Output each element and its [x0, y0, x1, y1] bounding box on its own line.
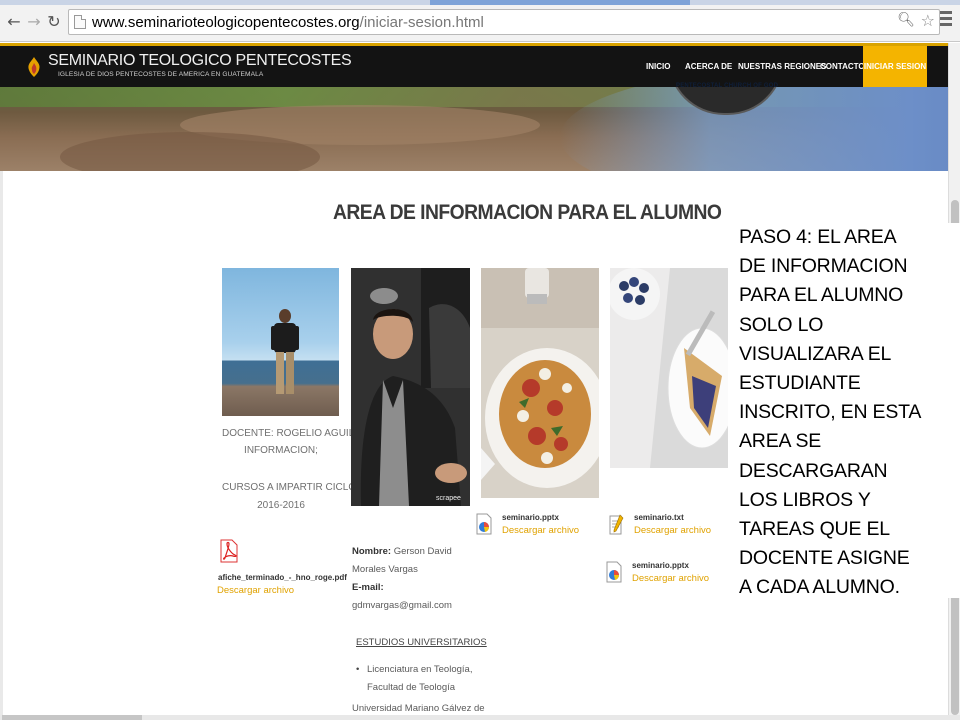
site-title[interactable]: SEMINARIO TEOLOGICO PENTECOSTES [48, 52, 352, 70]
annotation-line: A CADA ALUMNO. [739, 576, 900, 599]
site-header: SEMINARIO TEOLOGICO PENTECOSTES IGLESIA … [0, 43, 948, 87]
estudio-line-1: Licenciatura en Teología, [367, 664, 473, 675]
file-download-txt[interactable]: Descargar archivo [634, 525, 711, 536]
instruction-annotation: PASO 4: EL AREA DE INFORMACION PARA EL A… [728, 223, 960, 598]
pptx-file-icon[interactable] [476, 513, 492, 535]
student-email-label-row: E-mail: [352, 579, 384, 597]
student-photo [351, 268, 470, 506]
annotation-line: ESTUDIANTE [739, 372, 861, 395]
annotation-line: PASO 4: EL AREA [739, 226, 897, 248]
page-left-edge [0, 171, 3, 715]
horizontal-scrollbar[interactable] [0, 715, 960, 720]
reload-icon[interactable]: ↻ [46, 12, 62, 32]
url-path: /iniciar-sesion.html [359, 14, 484, 31]
nav-iniciar-sesion[interactable]: INICIAR SESION [863, 46, 927, 87]
hero-banner [0, 87, 948, 171]
estudios-list-item: Licenciatura en Teología, Facultad de Teo… [356, 661, 473, 697]
student-figure-icon [351, 268, 470, 506]
section-title: AREA DE INFORMACION PARA EL ALUMNO [333, 201, 722, 224]
teacher-name-line: DOCENTE: ROGELIO AGUILAR [222, 428, 369, 439]
zoom-magnifier-icon[interactable]: 🔍︎ [897, 12, 915, 28]
pdf-file-icon[interactable] [220, 539, 238, 563]
file-name-pptx-2[interactable]: seminario.pptx [632, 561, 689, 570]
teacher-figure-icon [271, 309, 299, 394]
bookmark-star-icon[interactable]: ☆ [921, 11, 935, 30]
pdf-download-link[interactable]: Descargar archivo [217, 585, 294, 596]
pie-image-icon [610, 268, 728, 468]
annotation-line: DESCARGARAN [739, 459, 888, 482]
url-host: www.seminarioteologicopentecostes.org [92, 14, 360, 31]
file-item-pptx-1[interactable]: seminario.pptx Descargar archivo [476, 513, 600, 543]
estudios-heading: ESTUDIOS UNIVERSITARIOS [356, 637, 487, 648]
pizza-image-icon [481, 268, 599, 498]
file-name-txt[interactable]: seminario.txt [634, 513, 684, 522]
horizontal-scroll-thumb[interactable] [2, 715, 142, 720]
student-photo-watermark: scrapee [436, 495, 461, 502]
pie-photo [610, 268, 728, 468]
annotation-line: TAREAS QUE EL [739, 518, 890, 541]
txt-file-icon[interactable] [608, 513, 624, 535]
student-email-label: E-mail: [352, 582, 384, 593]
address-url[interactable]: www.seminarioteologicopentecostes.org/in… [92, 13, 484, 32]
nav-acerca-de[interactable]: ACERCA DE [685, 46, 732, 87]
nav-inicio[interactable]: INICIO [646, 46, 670, 87]
forward-arrow-icon[interactable]: → [26, 12, 42, 32]
teacher-info-line: INFORMACION; [244, 445, 318, 456]
universidad-line: Universidad Mariano Gálvez de [352, 703, 485, 714]
annotation-line: AREA SE [739, 430, 822, 453]
browser-menu-icon[interactable] [940, 11, 952, 29]
annotation-line: SOLO LO [739, 313, 824, 336]
teacher-cycle-line: 2016-2016 [257, 500, 305, 511]
annotation-line: PARA EL ALUMNO [739, 284, 904, 307]
teacher-courses-line: CURSOS A IMPARTIR CICLO [222, 482, 357, 493]
site-subtitle: IGLESIA DE DIOS PENTECOSTES DE AMERICA E… [58, 71, 264, 78]
file-item-pptx-2[interactable]: seminario.pptx Descargar archivo [606, 561, 730, 591]
church-badge-text: PENTECOSTAL CHURCH OF GOD [676, 83, 779, 89]
flame-logo-icon[interactable] [24, 56, 44, 78]
annotation-line: VISUALIZARA EL [739, 342, 892, 365]
file-item-txt[interactable]: seminario.txt Descargar archivo [608, 513, 732, 543]
student-name-value2: Morales Vargas [352, 564, 418, 575]
file-download-pptx-2[interactable]: Descargar archivo [632, 573, 709, 584]
page-icon [74, 15, 86, 29]
address-bar[interactable]: www.seminarioteologicopentecostes.org/in… [68, 9, 940, 35]
file-name-pptx-1[interactable]: seminario.pptx [502, 513, 559, 522]
file-download-pptx-1[interactable]: Descargar archivo [502, 525, 579, 536]
pdf-file-name[interactable]: afiche_terminado_-_hno_roge.pdf [218, 573, 347, 582]
tab-strip [0, 0, 960, 5]
annotation-line: DOCENTE ASIGNE [739, 547, 910, 570]
annotation-text: PASO 4: EL AREA DE INFORMACION PARA EL A… [739, 223, 960, 603]
screenshot-root: ← → ↻ www.seminarioteologicopentecostes.… [0, 0, 960, 720]
pptx-file-icon[interactable] [606, 561, 622, 583]
pdf-file-item[interactable]: afiche_terminado_-_hno_roge.pdf Descarga… [216, 539, 347, 603]
estudio-line-2: Facultad de Teología [367, 682, 456, 693]
back-arrow-icon[interactable]: ← [6, 12, 22, 32]
teacher-photo [222, 268, 339, 416]
annotation-line: INSCRITO, EN ESTA [739, 401, 922, 424]
student-name-label: Nombre: [352, 546, 392, 557]
student-email-value: gdmvargas@gmail.com [352, 600, 452, 611]
nav-contacto[interactable]: CONTACTO [820, 46, 865, 87]
nav-nuestras-regiones[interactable]: NUESTRAS REGIONES [738, 46, 826, 87]
pizza-photo [481, 268, 599, 498]
active-tab[interactable] [430, 0, 690, 5]
browser-toolbar: ← → ↻ www.seminarioteologicopentecostes.… [0, 0, 960, 42]
student-name-value: Gerson David [393, 546, 452, 557]
annotation-line: DE INFORMACION [739, 255, 908, 278]
student-name-row: Nombre: Gerson David [352, 543, 452, 561]
annotation-line: LOS LIBROS Y [739, 488, 871, 511]
